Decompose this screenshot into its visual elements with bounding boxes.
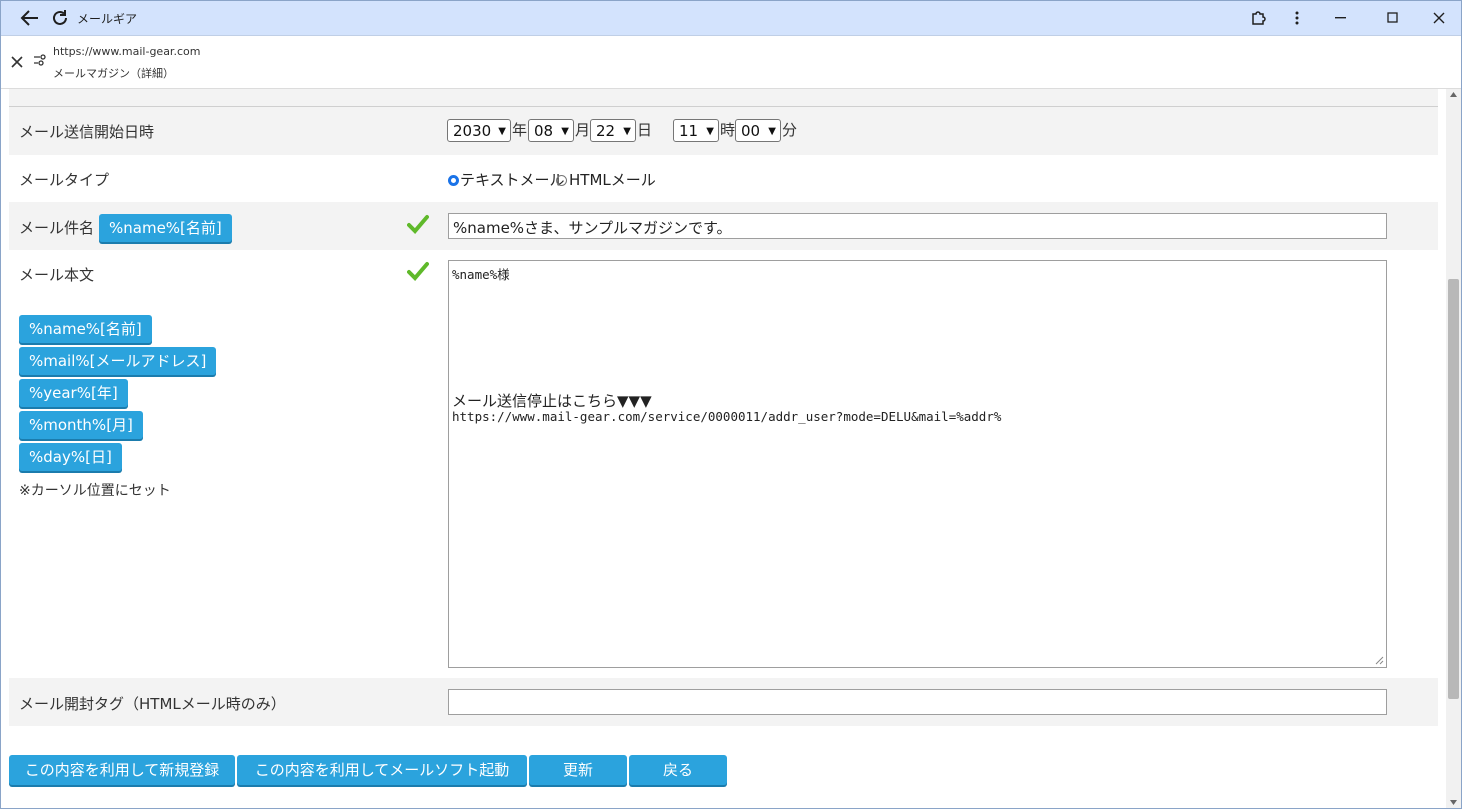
address-bar: https://www.mail-gear.com メールマガジン（詳細） xyxy=(1,36,1461,89)
radio-html-mail[interactable] xyxy=(556,175,567,186)
hour-unit: 時 xyxy=(720,121,736,139)
browser-window: メールギア https://www.mail-gear.com メールマガジン（… xyxy=(0,0,1462,809)
window-title: メールギア xyxy=(77,12,138,26)
open-tag-input[interactable] xyxy=(448,689,1387,715)
open-tag-row: メール開封タグ（HTMLメール時のみ） xyxy=(9,678,1438,726)
check-icon xyxy=(407,215,429,234)
extensions-icon[interactable] xyxy=(1244,1,1274,35)
section-header-strip xyxy=(9,89,1438,107)
site-settings-icon[interactable] xyxy=(33,53,47,71)
url-text[interactable]: https://www.mail-gear.com xyxy=(53,45,200,58)
open-tag-label: メール開封タグ（HTMLメール時のみ） xyxy=(19,695,286,713)
maximize-icon[interactable] xyxy=(1373,1,1413,35)
page-content: メール送信開始日時 2030 ▼ 年 08 ▼ 月 22 ▼ 日 11 ▼ 時 00 ▼ … xyxy=(1,89,1446,808)
subject-label: メール件名 xyxy=(19,219,95,237)
insert-mail-button[interactable]: %mail%[メールアドレス] xyxy=(19,347,217,375)
scroll-down-icon[interactable] xyxy=(1450,800,1457,805)
year-unit: 年 xyxy=(512,121,528,139)
hour-select[interactable]: 11 ▼ xyxy=(673,119,719,142)
send-datetime-label: メール送信開始日時 xyxy=(19,123,155,141)
body-line-url: https://www.mail-gear.com/service/000001… xyxy=(452,409,1002,424)
back-button[interactable]: 戻る xyxy=(629,755,727,785)
title-bar: メールギア xyxy=(1,1,1461,36)
month-unit: 月 xyxy=(575,121,591,139)
body-label: メール本文 xyxy=(19,266,95,284)
more-menu-icon[interactable] xyxy=(1284,1,1310,35)
minimize-icon[interactable] xyxy=(1321,1,1361,35)
minute-unit: 分 xyxy=(782,121,798,139)
body-line-greeting: %name%様 xyxy=(452,267,510,282)
resize-handle-icon[interactable] xyxy=(1375,656,1384,665)
subject-row: メール件名 %name%[名前] %name%さま、サンプルマガジンです。 xyxy=(9,202,1438,250)
minute-select[interactable]: 00 ▼ xyxy=(735,119,781,142)
radio-text-mail-label[interactable]: テキストメール xyxy=(460,169,565,190)
new-register-button[interactable]: この内容を利用して新規登録 xyxy=(9,755,235,785)
subject-input[interactable]: %name%さま、サンプルマガジンです。 xyxy=(448,213,1387,239)
radio-text-mail[interactable] xyxy=(448,175,459,186)
cursor-note: ※カーソル位置にセット xyxy=(19,483,171,499)
scrollbar-thumb[interactable] xyxy=(1448,279,1459,699)
scroll-up-icon[interactable] xyxy=(1450,92,1457,97)
mail-soft-button[interactable]: この内容を利用してメールソフト起動 xyxy=(237,755,527,785)
body-row: メール本文 %name%[名前] %mail%[メールアドレス] %year%[… xyxy=(9,250,1438,678)
insert-year-button[interactable]: %year%[年] xyxy=(19,379,128,407)
year-select[interactable]: 2030 ▼ xyxy=(447,119,511,142)
mail-type-label: メールタイプ xyxy=(19,171,110,189)
page-title: メールマガジン（詳細） xyxy=(53,67,174,80)
insert-day-button[interactable]: %day%[日] xyxy=(19,443,122,471)
reload-icon[interactable] xyxy=(47,1,73,35)
send-datetime-row: メール送信開始日時 2030 ▼ 年 08 ▼ 月 22 ▼ 日 11 ▼ 時 00 ▼ … xyxy=(9,107,1438,155)
radio-html-mail-label[interactable]: HTMLメール xyxy=(569,169,656,190)
vertical-scrollbar[interactable] xyxy=(1446,89,1461,808)
close-icon[interactable] xyxy=(11,54,23,72)
insert-name-button[interactable]: %name%[名前] xyxy=(19,315,152,343)
body-line-unsubscribe: メール送信停止はこちら▼▼▼ xyxy=(452,392,652,410)
day-select[interactable]: 22 ▼ xyxy=(590,119,636,142)
insert-month-button[interactable]: %month%[月] xyxy=(19,411,143,439)
update-button[interactable]: 更新 xyxy=(529,755,627,785)
day-unit: 日 xyxy=(637,121,653,139)
back-arrow-icon[interactable] xyxy=(15,1,45,35)
subject-insert-name-button[interactable]: %name%[名前] xyxy=(99,214,232,242)
close-window-icon[interactable] xyxy=(1419,1,1459,35)
month-select[interactable]: 08 ▼ xyxy=(528,119,574,142)
mail-type-row: メールタイプ テキストメール HTMLメール xyxy=(9,155,1438,202)
body-textarea[interactable]: %name%様 メール送信停止はこちら▼▼▼ https://www.mail-… xyxy=(448,260,1387,668)
check-icon xyxy=(407,262,429,281)
